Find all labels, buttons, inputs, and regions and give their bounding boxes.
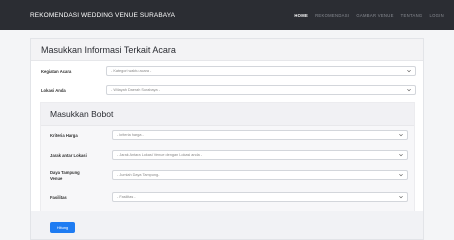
kegiatan-acara-label: Kegiatan Acara	[41, 69, 72, 74]
jarak-lokasi-value: - Jarak Antara Lokasi Venue dengan Lokas…	[117, 153, 203, 157]
lokasi-anda-select[interactable]: - Wilayah Daerah Surabaya -	[106, 85, 416, 95]
chevron-down-icon	[399, 173, 403, 177]
nav-login[interactable]: LOGIN	[429, 13, 444, 18]
chevron-down-icon	[399, 195, 403, 199]
form-footer	[31, 211, 423, 239]
nav-gambar-venue[interactable]: GAMBAR VENUE	[356, 13, 393, 18]
bobot-title: Masukkan Bobot	[41, 103, 414, 126]
chevron-down-icon	[399, 153, 403, 157]
nav-home[interactable]: HOME	[294, 13, 308, 18]
chevron-down-icon	[407, 88, 411, 92]
kriteria-harga-label: Kriteria Harga	[50, 133, 78, 138]
daya-tampung-value: - Jumlah Daya Tampung-	[117, 173, 160, 177]
kegiatan-acara-value: - Kategori waktu acara -	[111, 69, 152, 73]
kriteria-harga-value: - kriteria harga -	[117, 133, 144, 137]
bobot-panel: Masukkan Bobot Kriteria Harga - kriteria…	[40, 102, 415, 212]
kegiatan-acara-select[interactable]: - Kategori waktu acara -	[106, 66, 416, 76]
fasilitas-label: Fasilitas	[50, 195, 67, 200]
lokasi-anda-label: Lokasi Anda	[41, 88, 66, 93]
nav-links: HOME REKOMENDASI GAMBAR VENUE TENTANG LO…	[294, 13, 444, 18]
nav-tentang[interactable]: TENTANG	[401, 13, 423, 18]
daya-tampung-label-line2: Venue	[50, 176, 63, 181]
chevron-down-icon	[399, 133, 403, 137]
jarak-lokasi-label: Jarak antar Lokasi	[50, 153, 87, 158]
chevron-down-icon	[407, 69, 411, 73]
daya-tampung-label: Daya Tampung Venue	[50, 170, 80, 182]
hitung-button[interactable]: Hitung	[50, 222, 75, 233]
card-title: Masukkan Informasi Terkait Acara	[31, 39, 423, 61]
daya-tampung-label-line1: Daya Tampung	[50, 170, 80, 175]
kriteria-harga-select[interactable]: - kriteria harga -	[112, 130, 408, 140]
navbar: REKOMENDASI WEDDING VENUE SURABAYA HOME …	[0, 0, 454, 30]
daya-tampung-select[interactable]: - Jumlah Daya Tampung-	[112, 170, 408, 180]
fasilitas-value: - Fasilitas -	[117, 195, 136, 199]
brand-title[interactable]: REKOMENDASI WEDDING VENUE SURABAYA	[30, 12, 175, 19]
nav-rekomendasi[interactable]: REKOMENDASI	[315, 13, 349, 18]
event-info-card: Masukkan Informasi Terkait Acara Kegiata…	[30, 38, 424, 240]
fasilitas-select[interactable]: - Fasilitas -	[112, 192, 408, 202]
lokasi-anda-value: - Wilayah Daerah Surabaya -	[111, 88, 160, 92]
jarak-lokasi-select[interactable]: - Jarak Antara Lokasi Venue dengan Lokas…	[112, 150, 408, 160]
